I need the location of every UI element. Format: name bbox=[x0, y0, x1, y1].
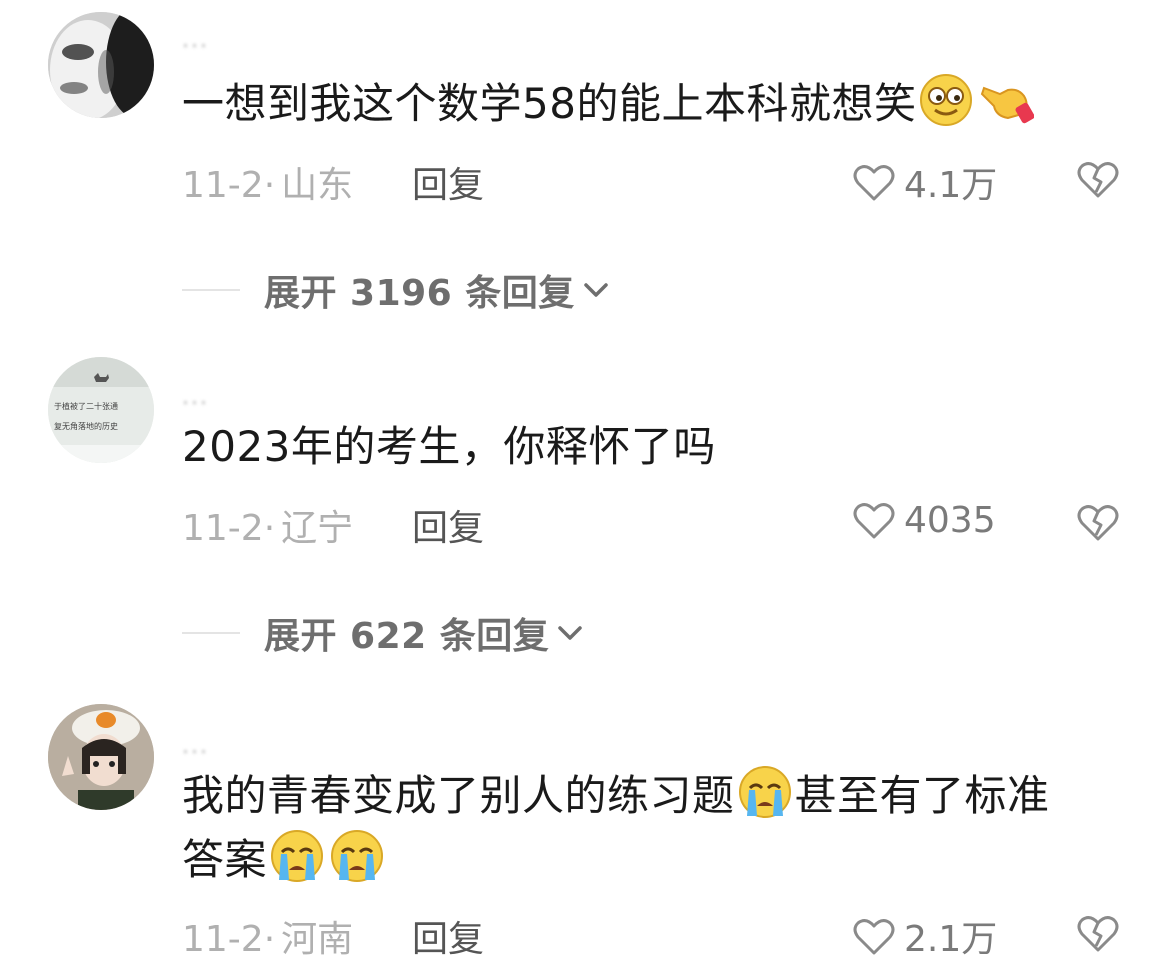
heart-outline-icon bbox=[853, 503, 895, 539]
avatar-text-line-1: 于植被了二十张通 bbox=[54, 401, 118, 411]
avatar-image: 于植被了二十张通 复无角落地的历史 bbox=[48, 357, 154, 463]
comment-text-part-3: 答案 bbox=[182, 835, 268, 884]
meta-dot: · bbox=[263, 919, 276, 960]
comment-text-part-2: 甚至有了标准 bbox=[794, 771, 1050, 820]
comment-date: 11-2 bbox=[182, 508, 264, 549]
like-button[interactable]: 4035 bbox=[852, 499, 996, 541]
like-count: 2.1万 bbox=[904, 919, 998, 960]
expand-replies-label: 展开 622 条回复 bbox=[264, 616, 550, 657]
like-button[interactable]: 2.1万 bbox=[852, 910, 997, 962]
comment-location: 辽宁 bbox=[281, 508, 354, 549]
meta-dot: · bbox=[263, 508, 276, 549]
comment-date: 11-2 bbox=[182, 165, 264, 206]
chevron-down-icon bbox=[558, 626, 582, 640]
dislike-button[interactable] bbox=[1076, 501, 1120, 543]
expand-divider bbox=[182, 632, 240, 634]
comment-date: 11-2 bbox=[182, 919, 264, 960]
like-button[interactable]: 4.1万 bbox=[852, 156, 997, 208]
comment-meta: 11-2· 河南 bbox=[182, 910, 353, 962]
chevron-down-icon bbox=[584, 283, 608, 297]
avatar-image bbox=[48, 704, 154, 810]
comment-text-body: 2023年的考生，你释怀了吗 bbox=[182, 422, 716, 471]
avatar-image bbox=[48, 12, 154, 118]
comment-location: 山东 bbox=[281, 165, 354, 206]
avatar[interactable] bbox=[48, 704, 154, 810]
username[interactable]: ... bbox=[182, 28, 209, 53]
avatar-text-line-2: 复无角落地的历史 bbox=[54, 421, 118, 431]
avatar[interactable] bbox=[48, 12, 154, 118]
expand-replies-button[interactable]: 展开 622 条回复 bbox=[182, 607, 587, 659]
like-count: 4035 bbox=[904, 499, 996, 541]
avatar[interactable]: 于植被了二十张通 复无角落地的历史 bbox=[48, 357, 154, 463]
dislike-button[interactable] bbox=[1076, 912, 1120, 954]
comment-item: ... 我的青春变成了别人的练习题 甚至有了标准 答案 11-2· 河南 回复 … bbox=[0, 690, 1170, 969]
comment-meta: 11-2· 辽宁 bbox=[182, 499, 353, 551]
reply-button[interactable]: 回复 bbox=[412, 499, 484, 551]
expand-replies-label: 展开 3196 条回复 bbox=[264, 273, 575, 314]
comment-text-part-1: 我的青春变成了别人的练习题 bbox=[182, 771, 735, 820]
dislike-button[interactable] bbox=[1076, 158, 1120, 200]
crying-face-emoji-icon bbox=[737, 764, 793, 820]
comment-location: 河南 bbox=[281, 919, 354, 960]
comment-text-body: 一想到我这个数学58的能上本科就想笑 bbox=[182, 79, 917, 128]
comment-text: 一想到我这个数学58的能上本科就想笑 bbox=[182, 72, 1142, 136]
reply-button[interactable]: 回复 bbox=[412, 156, 484, 208]
comment-item: 于植被了二十张通 复无角落地的历史 ... 2023年的考生，你释怀了吗 11-… bbox=[0, 345, 1170, 665]
pointing-hand-emoji-icon bbox=[978, 72, 1035, 128]
broken-heart-icon bbox=[1077, 505, 1119, 541]
expand-divider bbox=[182, 289, 240, 291]
crying-face-emoji-icon bbox=[269, 828, 325, 884]
broken-heart-icon bbox=[1077, 162, 1119, 198]
meta-dot: · bbox=[263, 165, 276, 206]
reply-button[interactable]: 回复 bbox=[412, 910, 484, 962]
heart-outline-icon bbox=[853, 919, 895, 955]
heart-outline-icon bbox=[853, 165, 895, 201]
like-count: 4.1万 bbox=[904, 165, 998, 206]
comment-item: ... 一想到我这个数学58的能上本科就想笑 11-2·山东 回复 4.1万 bbox=[0, 0, 1170, 330]
crying-face-emoji-icon bbox=[329, 828, 385, 884]
comment-text: 我的青春变成了别人的练习题 甚至有了标准 答案 bbox=[182, 764, 1142, 892]
username[interactable]: ... bbox=[182, 385, 209, 410]
comment-meta: 11-2· 山东 bbox=[182, 156, 353, 208]
username[interactable]: ... bbox=[182, 734, 209, 759]
smirk-emoji-icon bbox=[918, 72, 974, 128]
broken-heart-icon bbox=[1077, 916, 1119, 952]
expand-replies-button[interactable]: 展开 3196 条回复 bbox=[182, 264, 613, 316]
comment-text: 2023年的考生，你释怀了吗 bbox=[182, 415, 1142, 479]
